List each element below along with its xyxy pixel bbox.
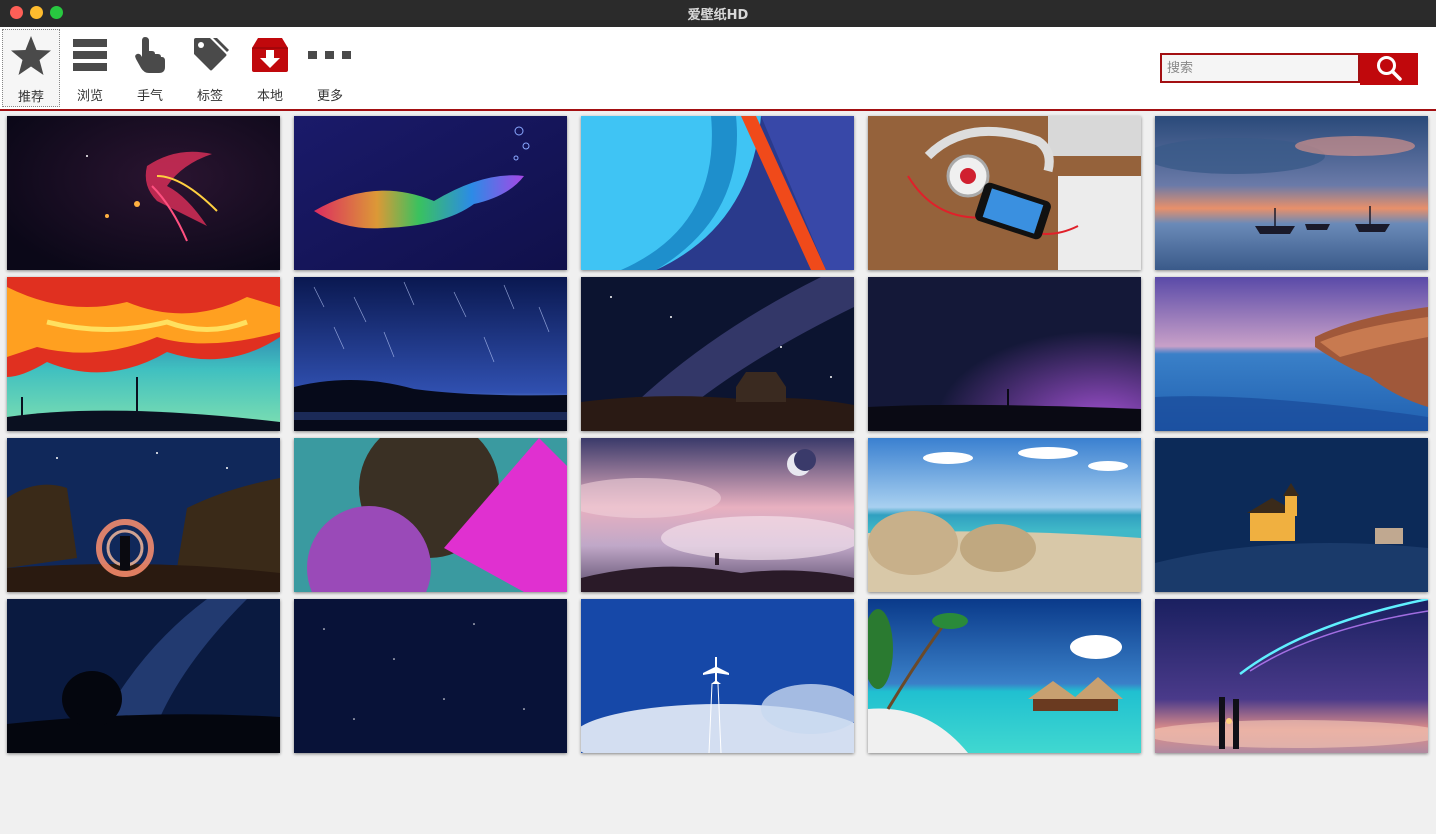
search-icon (1376, 55, 1402, 84)
toolbar-item-label: 标签 (196, 89, 223, 104)
wallpaper-tile[interactable] (1155, 438, 1428, 592)
toolbar-item-label: 手气 (136, 89, 163, 104)
wallpaper-tile[interactable] (294, 599, 567, 753)
night-sky-purple-wallpaper (868, 277, 1141, 431)
rainbow-fish-wallpaper (294, 116, 567, 270)
church-night-wallpaper (1155, 438, 1428, 592)
search-input[interactable] (1160, 53, 1360, 83)
wallpaper-tile[interactable] (581, 116, 854, 270)
airplane-sky-wallpaper (581, 599, 854, 753)
tropical-beach-wallpaper (868, 599, 1141, 753)
wallpaper-tile[interactable] (581, 277, 854, 431)
maximize-window-button[interactable] (50, 6, 63, 19)
toolbar-item-browse[interactable]: 浏览 (61, 29, 119, 107)
toolbar-item-label: 推荐 (17, 90, 44, 105)
wallpaper-tile[interactable] (868, 116, 1141, 270)
light-painting-wallpaper (7, 438, 280, 592)
wallpaper-tile[interactable] (868, 599, 1141, 753)
toolbar-item-recommend[interactable]: 推荐 (2, 29, 60, 107)
fiery-clouds-wallpaper (7, 277, 280, 431)
neon-phoenix-wallpaper (7, 116, 280, 270)
wallpaper-grid (7, 116, 1429, 756)
star-icon (9, 30, 53, 82)
more-dots-icon (308, 29, 352, 81)
toolbar-item-label: 本地 (256, 89, 283, 104)
wallpaper-tile[interactable] (294, 116, 567, 270)
wallpaper-tile[interactable] (294, 438, 567, 592)
toolbar-item-local[interactable]: 本地 (241, 29, 299, 107)
search-button[interactable] (1360, 53, 1418, 85)
toolbar-item-label: 更多 (316, 89, 343, 104)
coastal-cliff-wallpaper (1155, 277, 1428, 431)
search-box (1160, 53, 1418, 85)
wallpaper-tile[interactable] (7, 599, 280, 753)
milky-way-tree-wallpaper (7, 599, 280, 753)
local-download-icon (248, 29, 292, 81)
beach-rocks-wallpaper (868, 438, 1141, 592)
comet-couple-wallpaper (1155, 599, 1428, 753)
list-icon (68, 29, 112, 81)
wallpaper-tile[interactable] (581, 438, 854, 592)
window-title: 爱壁纸HD (687, 8, 749, 23)
toolbar: 推荐 浏览 手气 标签 本地 更多 (0, 27, 1436, 111)
wallpaper-tile[interactable] (1155, 116, 1428, 270)
wallpaper-tile[interactable] (868, 277, 1141, 431)
wallpaper-tile[interactable] (1155, 277, 1428, 431)
wallpaper-tile[interactable] (294, 277, 567, 431)
headphones-phone-wallpaper (868, 116, 1141, 270)
toolbar-item-tags[interactable]: 标签 (181, 29, 239, 107)
geometric-shapes-wallpaper (294, 438, 567, 592)
wallpaper-tile[interactable] (7, 277, 280, 431)
toolbar-item-more[interactable]: 更多 (301, 29, 359, 107)
tags-icon (188, 29, 232, 81)
material-design-wallpaper (581, 116, 854, 270)
moon-clouds-wallpaper (581, 438, 854, 592)
wallpaper-tile[interactable] (7, 116, 280, 270)
sunset-boats-wallpaper (1155, 116, 1428, 270)
milky-way-church-wallpaper (581, 277, 854, 431)
dark-starfield-wallpaper (294, 599, 567, 753)
wallpaper-tile[interactable] (1155, 599, 1428, 753)
wallpaper-tile[interactable] (868, 438, 1141, 592)
close-window-button[interactable] (10, 6, 23, 19)
toolbar-item-label: 浏览 (76, 89, 103, 104)
wallpaper-tile[interactable] (581, 599, 854, 753)
minimize-window-button[interactable] (30, 6, 43, 19)
title-bar: 爱壁纸HD (0, 0, 1436, 27)
hand-pointer-icon (128, 29, 172, 81)
star-trails-lake-wallpaper (294, 277, 567, 431)
wallpaper-tile[interactable] (7, 438, 280, 592)
toolbar-item-lucky[interactable]: 手气 (121, 29, 179, 107)
